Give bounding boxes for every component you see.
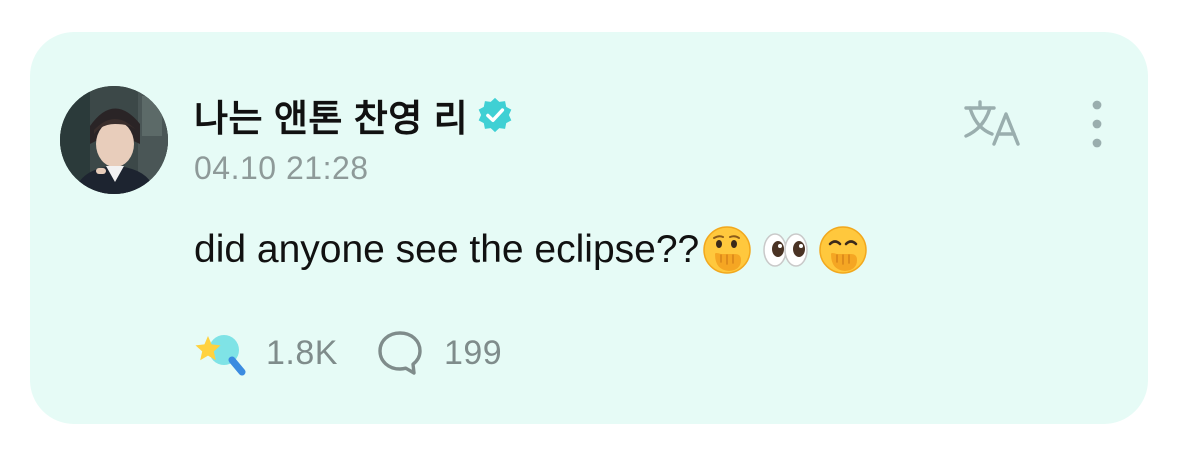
more-vertical-icon: [1092, 100, 1102, 148]
like-button[interactable]: 1.8K: [194, 328, 338, 378]
translate-button[interactable]: [962, 98, 1026, 150]
post-card: 나는 앤톤 찬영 리 04.10 21:28 did anyone see th…: [30, 32, 1148, 424]
comment-bubble-icon: [378, 331, 422, 375]
avatar[interactable]: [60, 86, 168, 194]
translate-icon: [964, 100, 1020, 146]
post-timestamp: 04.10 21:28: [194, 150, 369, 186]
face-with-hand-over-mouth-emoji: [701, 224, 753, 276]
post-actions: 1.8K 199: [194, 328, 502, 378]
verified-badge-icon: [476, 96, 514, 134]
author-row: 나는 앤톤 찬영 리: [194, 90, 514, 140]
like-count: 1.8K: [266, 333, 338, 372]
post-body: did anyone see the eclipse??: [194, 224, 869, 276]
comment-count: 199: [443, 333, 503, 372]
face-with-hand-over-mouth-emoji: [817, 224, 869, 276]
author-name[interactable]: 나는 앤톤 찬영 리: [194, 88, 468, 142]
more-options-button[interactable]: [1080, 96, 1114, 152]
sparkle-like-icon: [195, 335, 246, 376]
eyes-emoji: [759, 224, 811, 276]
post-text: did anyone see the eclipse??: [194, 228, 700, 271]
comment-button[interactable]: 199: [376, 329, 502, 377]
